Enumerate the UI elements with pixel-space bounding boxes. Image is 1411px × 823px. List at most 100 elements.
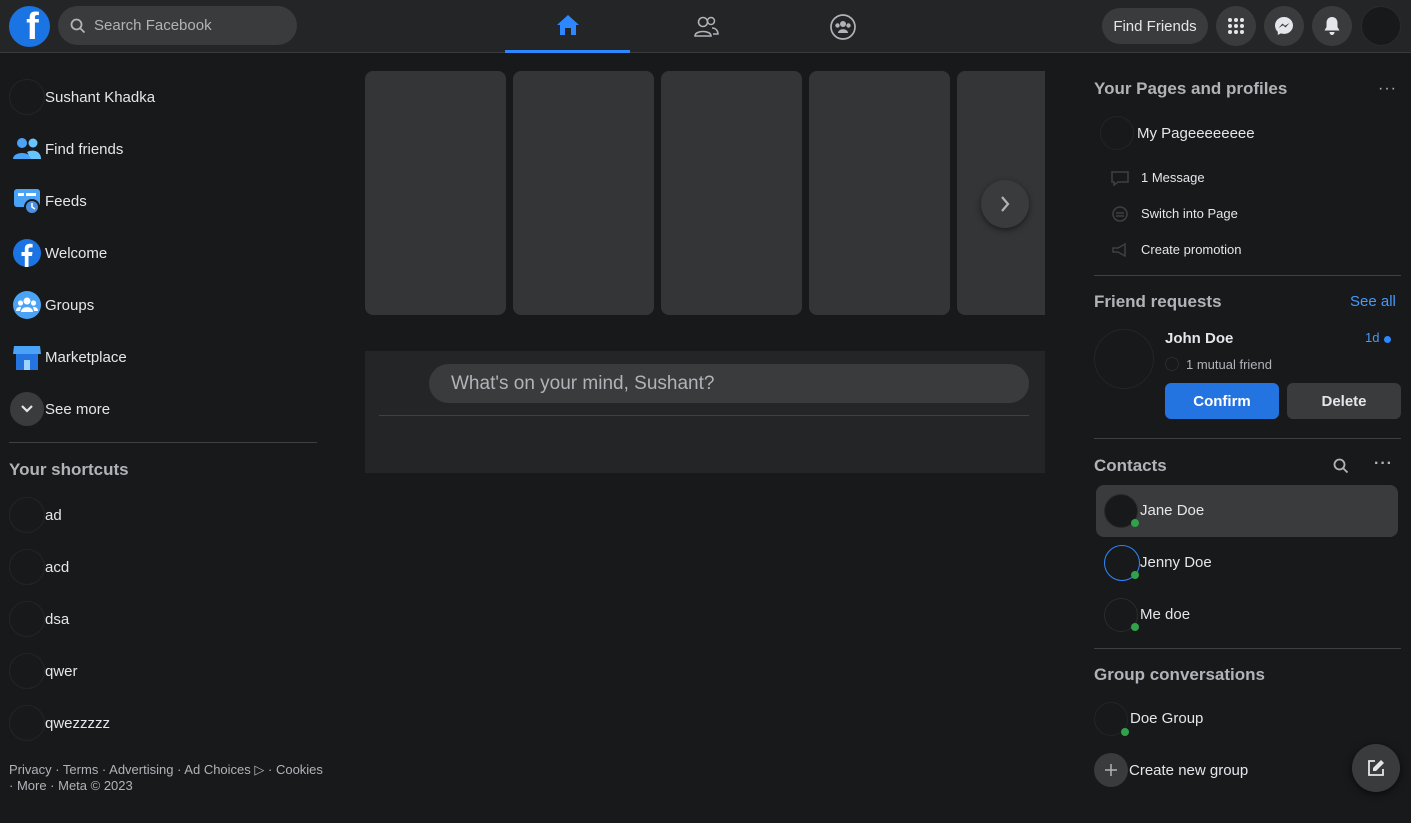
request-name[interactable]: John Doe (1165, 330, 1233, 347)
friend-requests-title: Friend requests (1094, 292, 1222, 311)
shortcut-item[interactable]: qwer (9, 651, 78, 691)
avatar (9, 79, 45, 115)
search-box[interactable] (58, 6, 297, 45)
shortcut-label: qwer (45, 662, 78, 680)
facebook-logo-letter: f (26, 6, 39, 47)
sidebar-item-welcome[interactable]: Welcome (9, 233, 107, 273)
create-group-button[interactable] (1094, 753, 1128, 787)
request-time: 1d (1365, 330, 1380, 345)
composer-divider (379, 415, 1029, 416)
sidebar-item-label: Sushant Khadka (45, 88, 156, 106)
online-indicator (1131, 519, 1139, 527)
story-card[interactable] (661, 71, 802, 315)
right-divider (1094, 648, 1401, 649)
facebook-icon (13, 239, 41, 267)
friends-icon (13, 138, 41, 159)
story-card[interactable] (513, 71, 654, 315)
compose-icon (1368, 760, 1384, 776)
shortcut-label: dsa (45, 610, 70, 628)
top-navigation-bar: f Find Friends (0, 0, 1411, 53)
footer-line[interactable]: Privacy · Terms · Advertising · Ad Choic… (9, 762, 329, 778)
page-action-switch[interactable]: Switch into Page (1141, 206, 1238, 221)
pages-more-icon[interactable]: ··· (1378, 80, 1397, 98)
menu-button[interactable] (1216, 6, 1256, 46)
sidebar-item-label: Marketplace (45, 348, 127, 366)
shortcut-item[interactable]: acd (9, 547, 69, 587)
new-message-button[interactable] (1352, 744, 1400, 792)
messenger-icon (1275, 17, 1293, 35)
megaphone-icon (1112, 242, 1126, 258)
story-card[interactable] (365, 71, 506, 315)
story-card[interactable] (809, 71, 950, 315)
sidebar-item-find-friends[interactable]: Find friends (9, 129, 123, 169)
contact-item[interactable]: Jane Doe (1096, 485, 1398, 537)
shortcut-label: qwezzzzz (45, 714, 111, 732)
home-icon (556, 15, 579, 35)
group-conversations-title: Group conversations (1094, 665, 1265, 684)
online-indicator (1131, 571, 1139, 579)
unread-dot (1384, 336, 1391, 343)
sidebar-item-groups[interactable]: Groups (9, 285, 94, 325)
stories-next-button[interactable] (981, 180, 1029, 228)
notifications-button[interactable] (1312, 6, 1352, 46)
message-icon (1111, 171, 1129, 187)
shortcut-avatar (9, 549, 45, 585)
online-indicator (1121, 728, 1129, 736)
page-name[interactable]: My Pageeeeeeee (1137, 125, 1255, 142)
tab-groups[interactable] (780, 0, 905, 53)
search-icon (70, 18, 86, 33)
marketplace-icon (13, 346, 41, 370)
shortcut-item[interactable]: qwezzzzz (9, 703, 110, 743)
shortcut-label: ad (45, 506, 62, 524)
contacts-more-icon[interactable]: ··· (1374, 455, 1393, 473)
tab-friends[interactable] (643, 0, 768, 53)
composer-input[interactable]: What's on your mind, Sushant? (429, 364, 1029, 403)
contact-name: Jenny Doe (1140, 554, 1212, 571)
groups-icon (13, 291, 41, 319)
contacts-title: Contacts (1094, 456, 1167, 475)
shortcut-avatar (9, 601, 45, 637)
sidebar-item-profile[interactable]: Sushant Khadka (9, 77, 155, 117)
messenger-button[interactable] (1264, 6, 1304, 46)
footer-links[interactable]: Privacy · Terms · Advertising · Ad Choic… (9, 762, 329, 794)
friends-icon (693, 16, 719, 37)
sidebar-item-feeds[interactable]: Feeds (9, 181, 87, 221)
footer-line[interactable]: · More · Meta © 2023 (9, 778, 329, 794)
group-name[interactable]: Doe Group (1130, 710, 1203, 727)
tab-home[interactable] (505, 0, 630, 53)
account-avatar[interactable] (1361, 6, 1401, 46)
shortcut-item[interactable]: dsa (9, 599, 69, 639)
page-avatar[interactable] (1100, 116, 1134, 150)
groups-icon (829, 13, 856, 40)
sidebar-item-label: See more (45, 400, 111, 418)
shortcut-item[interactable]: ad (9, 495, 62, 535)
sidebar-item-see-more[interactable]: See more (9, 389, 110, 429)
shortcut-avatar (9, 653, 45, 689)
search-icon[interactable] (1333, 458, 1349, 474)
shortcut-label: acd (45, 558, 70, 576)
create-group-label[interactable]: Create new group (1129, 762, 1248, 779)
see-all-link[interactable]: See all (1350, 293, 1396, 310)
request-avatar[interactable] (1094, 329, 1154, 389)
sidebar-divider (9, 442, 317, 443)
delete-button[interactable]: Delete (1287, 383, 1401, 419)
bell-icon (1324, 17, 1340, 35)
find-friends-button[interactable]: Find Friends (1102, 8, 1208, 44)
page-action-promotion[interactable]: Create promotion (1141, 242, 1241, 257)
sidebar-item-marketplace[interactable]: Marketplace (9, 337, 127, 377)
right-divider (1094, 438, 1401, 439)
confirm-button[interactable]: Confirm (1165, 383, 1279, 419)
shortcuts-title: Your shortcuts (9, 460, 129, 479)
shortcut-avatar (9, 497, 45, 533)
plus-icon (1105, 764, 1117, 776)
search-input[interactable] (94, 17, 274, 34)
contact-name: Jane Doe (1140, 502, 1205, 519)
contact-item[interactable]: Me doe (1096, 589, 1398, 641)
page-action-message[interactable]: 1 Message (1141, 170, 1205, 185)
facebook-logo[interactable]: f (9, 6, 50, 47)
post-composer: What's on your mind, Sushant? (365, 351, 1045, 473)
sidebar-item-label: Find friends (45, 140, 124, 158)
sidebar-item-label: Welcome (45, 244, 108, 262)
contact-item[interactable]: Jenny Doe (1096, 537, 1398, 589)
switch-icon (1112, 206, 1128, 222)
